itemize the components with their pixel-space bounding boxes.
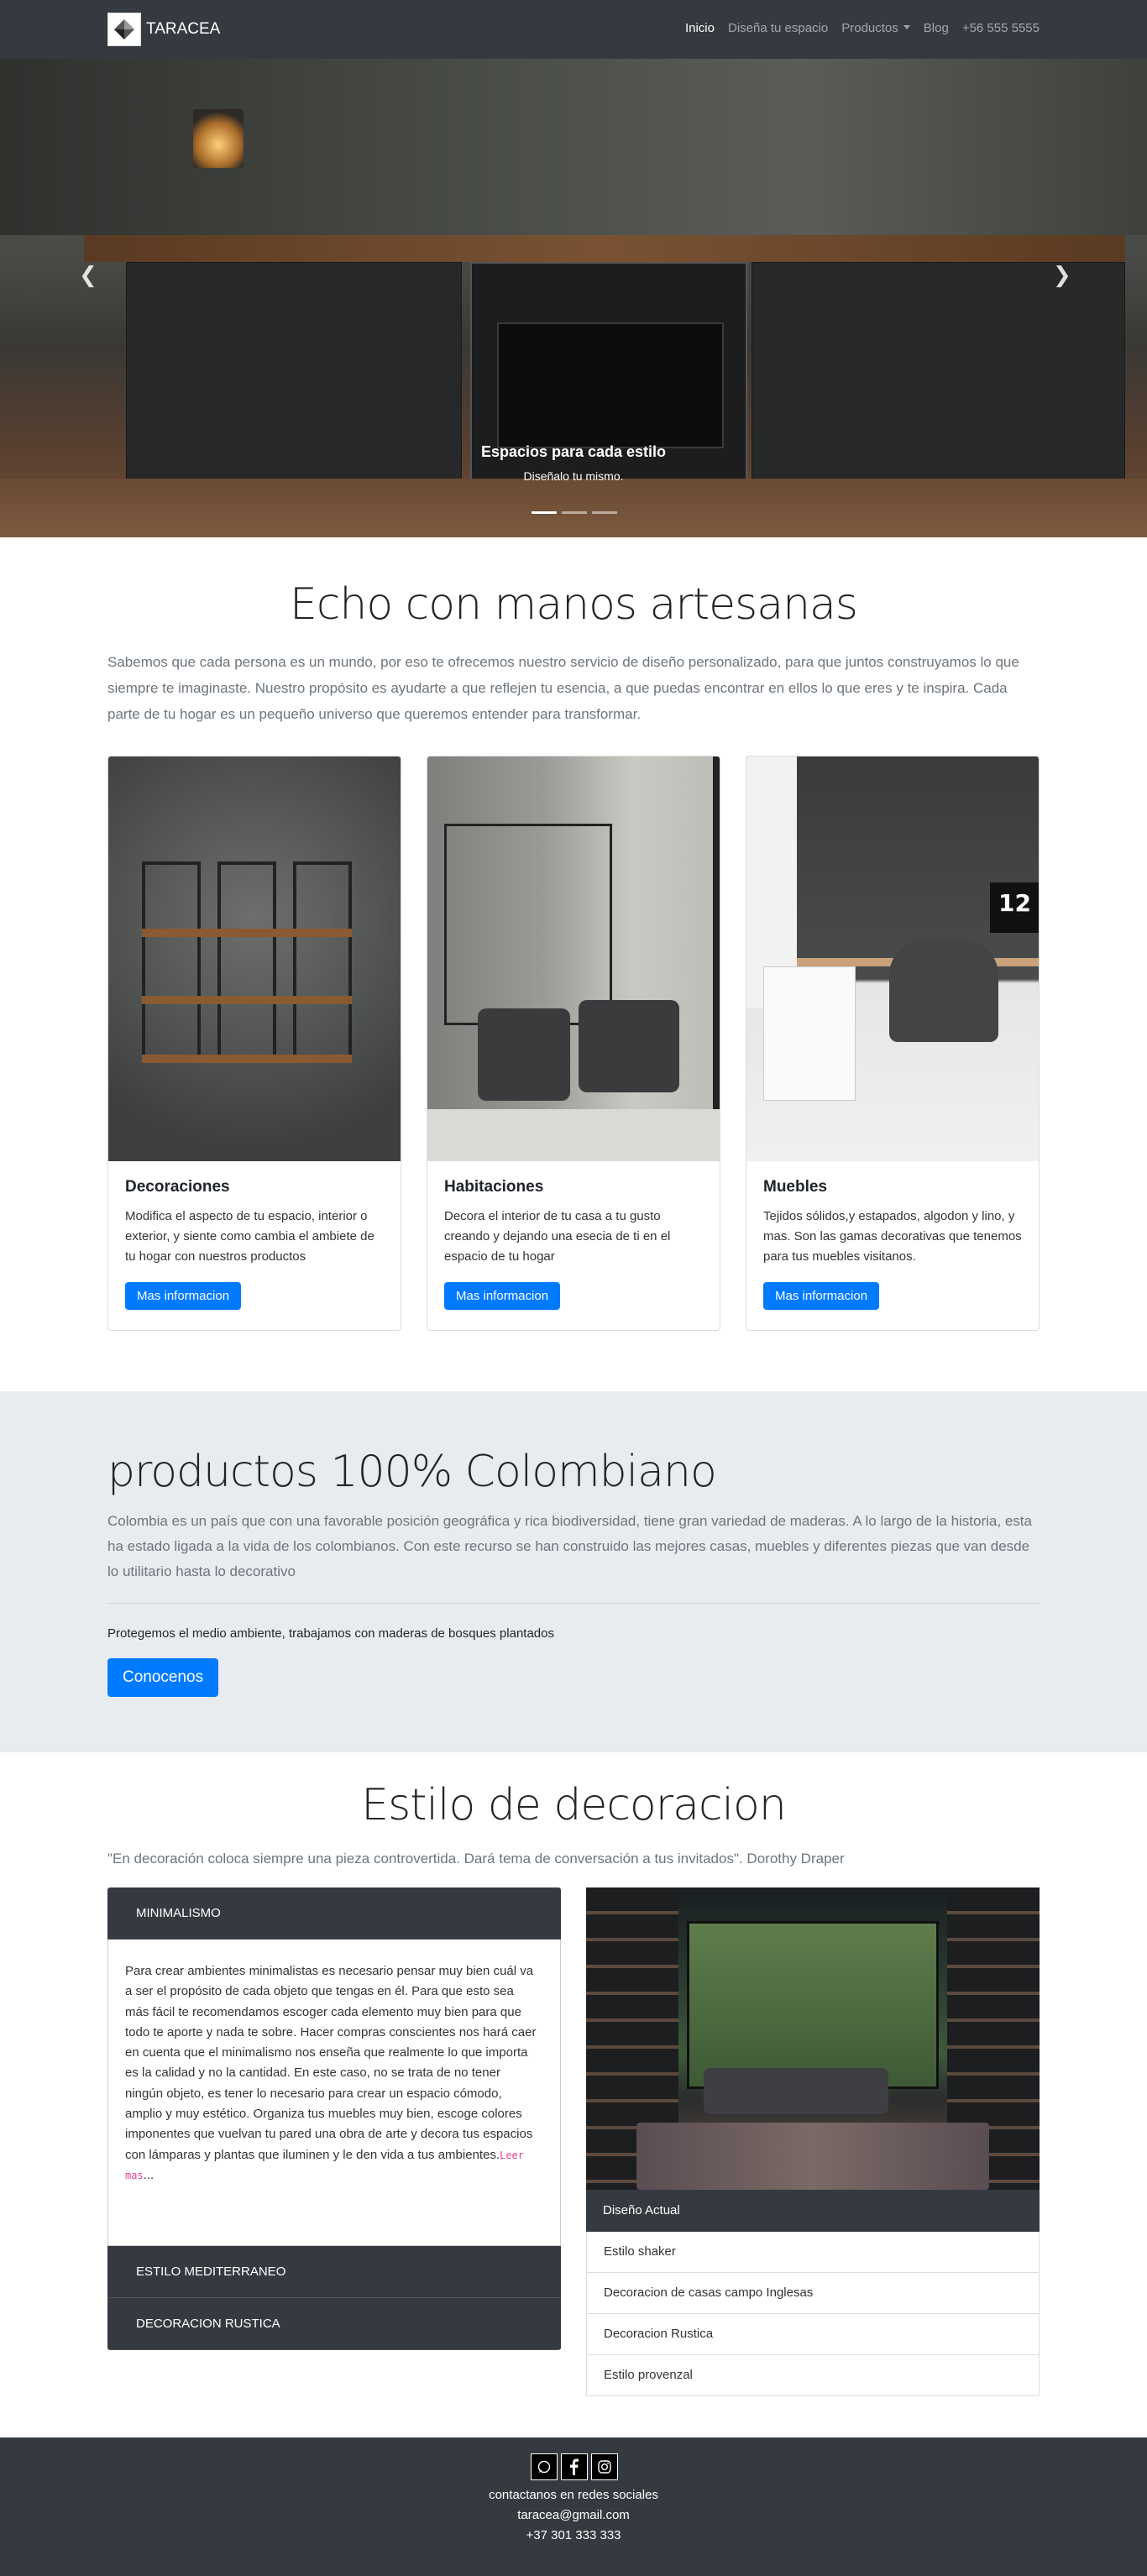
footer-phone[interactable]: +37 301 333 333 xyxy=(0,2528,1147,2542)
nav-link-inicio[interactable]: Inicio xyxy=(685,21,715,35)
nav-link-disena[interactable]: Diseña tu espacio xyxy=(728,21,828,35)
hero-image-lamp xyxy=(193,109,244,168)
brand-name: TARACEA xyxy=(146,20,221,38)
instagram-icon[interactable] xyxy=(591,2453,618,2480)
list-item-shaker[interactable]: Estilo shaker xyxy=(586,2232,1040,2273)
whatsapp-icon[interactable] xyxy=(531,2453,558,2480)
chevron-right-icon[interactable]: ❯ xyxy=(1053,263,1071,288)
decoration-list-group: Diseño Actual Estilo shaker Decoracion d… xyxy=(586,2190,1040,2396)
decoration-accordion: MINIMALISMO Para crear ambientes minimal… xyxy=(107,1887,561,2350)
navbar: TARACEA Inicio Diseña tu espacio Product… xyxy=(0,0,1147,59)
accordion-body-text: Para crear ambientes minimalistas es nec… xyxy=(125,1964,537,2162)
footer: contactanos en redes sociales taracea@gm… xyxy=(0,2437,1147,2576)
accordion-header-mediterraneo[interactable]: ESTILO MEDITERRANEO xyxy=(107,2246,561,2298)
hero-carousel: ❮ ❯ Espacios para cada estilo Diseñalo t… xyxy=(0,59,1147,537)
carousel-indicator-1[interactable] xyxy=(532,511,557,514)
card-image-muebles: 12 xyxy=(746,757,1039,1161)
intro-text: Sabemos que cada persona es un mundo, po… xyxy=(107,654,1019,722)
card-text: Decora el interior de tu casa a tu gusto… xyxy=(444,1209,671,1264)
footer-email[interactable]: taracea@gmail.com xyxy=(0,2508,1147,2522)
card-image-decoraciones xyxy=(108,757,401,1161)
list-item-provenzal[interactable]: Estilo provenzal xyxy=(586,2355,1040,2396)
card-title: Muebles xyxy=(763,1178,828,1196)
carousel-indicator-3[interactable] xyxy=(592,511,617,514)
footer-contact-label: contactanos en redes sociales xyxy=(489,2488,658,2502)
carousel-indicators xyxy=(529,511,620,514)
card-more-info-button[interactable]: Mas informacion xyxy=(125,1282,242,1310)
decoration-quote: "En decoración coloca siempre una pieza … xyxy=(107,1851,845,1867)
card-body: Muebles Tejidos sólidos,y estapados, alg… xyxy=(746,1161,1039,1327)
list-group-header: Diseño Actual xyxy=(586,2190,1040,2232)
decoration-title: Estilo de decoracion xyxy=(361,1780,787,1830)
card-body: Habitaciones Decora el interior de tu ca… xyxy=(427,1161,720,1327)
card-text: Tejidos sólidos,y estapados, algodon y l… xyxy=(763,1209,1022,1264)
chevron-left-icon[interactable]: ❮ xyxy=(79,263,97,288)
caret-down-icon xyxy=(903,25,910,29)
accordion-body-minimalismo: Para crear ambientes minimalistas es nec… xyxy=(107,1940,561,2246)
conocenos-button[interactable]: Conocenos xyxy=(107,1658,219,1697)
carousel-caption-title: Espacios para cada estilo xyxy=(480,443,667,460)
card-muebles: 12 Muebles Tejidos sólidos,y estapados, … xyxy=(746,756,1040,1331)
accordion-header-rustica[interactable]: DECORACION RUSTICA xyxy=(107,2298,561,2350)
nav-link-productos[interactable]: Productos xyxy=(841,21,910,35)
jumbotron-small-text: Protegemos el medio ambiente, trabajamos… xyxy=(107,1626,554,1641)
facebook-icon[interactable] xyxy=(561,2453,588,2480)
jumbotron: productos 100% Colombiano Colombia es un… xyxy=(0,1391,1147,1752)
brand[interactable]: TARACEA xyxy=(107,13,220,46)
nav-link-phone[interactable]: +56 555 5555 xyxy=(962,21,1040,35)
social-icons xyxy=(529,2453,620,2480)
card-title: Habitaciones xyxy=(444,1178,544,1196)
brand-logo-icon xyxy=(107,13,141,46)
accordion-header-minimalismo[interactable]: MINIMALISMO xyxy=(107,1887,561,1940)
carousel-caption-text: Diseñalo tu mismo. xyxy=(523,469,624,483)
carousel-caption: Espacios para cada estilo Diseñalo tu mi… xyxy=(0,443,1147,483)
hero-image-counter xyxy=(84,235,1125,262)
card-body: Decoraciones Modifica el aspecto de tu e… xyxy=(108,1161,401,1327)
card-title: Decoraciones xyxy=(125,1178,230,1196)
list-item-rustica[interactable]: Decoracion Rustica xyxy=(586,2314,1040,2355)
card-image-habitaciones xyxy=(427,757,720,1161)
nav-links: Inicio Diseña tu espacio Productos Blog … xyxy=(672,21,1040,35)
card-more-info-button[interactable]: Mas informacion xyxy=(444,1282,561,1310)
decoration-image xyxy=(586,1887,1040,2190)
card-text: Modifica el aspecto de tu espacio, inter… xyxy=(125,1209,374,1264)
nav-link-productos-label: Productos xyxy=(841,21,898,35)
hero-image-floor xyxy=(0,479,1147,537)
read-more-ellipsis: ... xyxy=(143,2167,155,2182)
card-decoraciones: Decoraciones Modifica el aspecto de tu e… xyxy=(107,756,401,1331)
card-habitaciones: Habitaciones Decora el interior de tu ca… xyxy=(427,756,720,1331)
nav-link-blog[interactable]: Blog xyxy=(924,21,949,35)
jumbotron-title: productos 100% Colombiano xyxy=(107,1447,717,1497)
hero-image-wall xyxy=(0,59,1147,235)
intro-title: Echo con manos artesanas xyxy=(289,579,858,630)
carousel-indicator-2[interactable] xyxy=(562,511,587,514)
card-more-info-button[interactable]: Mas informacion xyxy=(763,1282,880,1310)
list-item-campo-inglesas[interactable]: Decoracion de casas campo Inglesas xyxy=(586,2273,1040,2314)
divider xyxy=(107,1603,1040,1604)
jumbotron-text: Colombia es un país que con una favorabl… xyxy=(107,1513,1032,1579)
